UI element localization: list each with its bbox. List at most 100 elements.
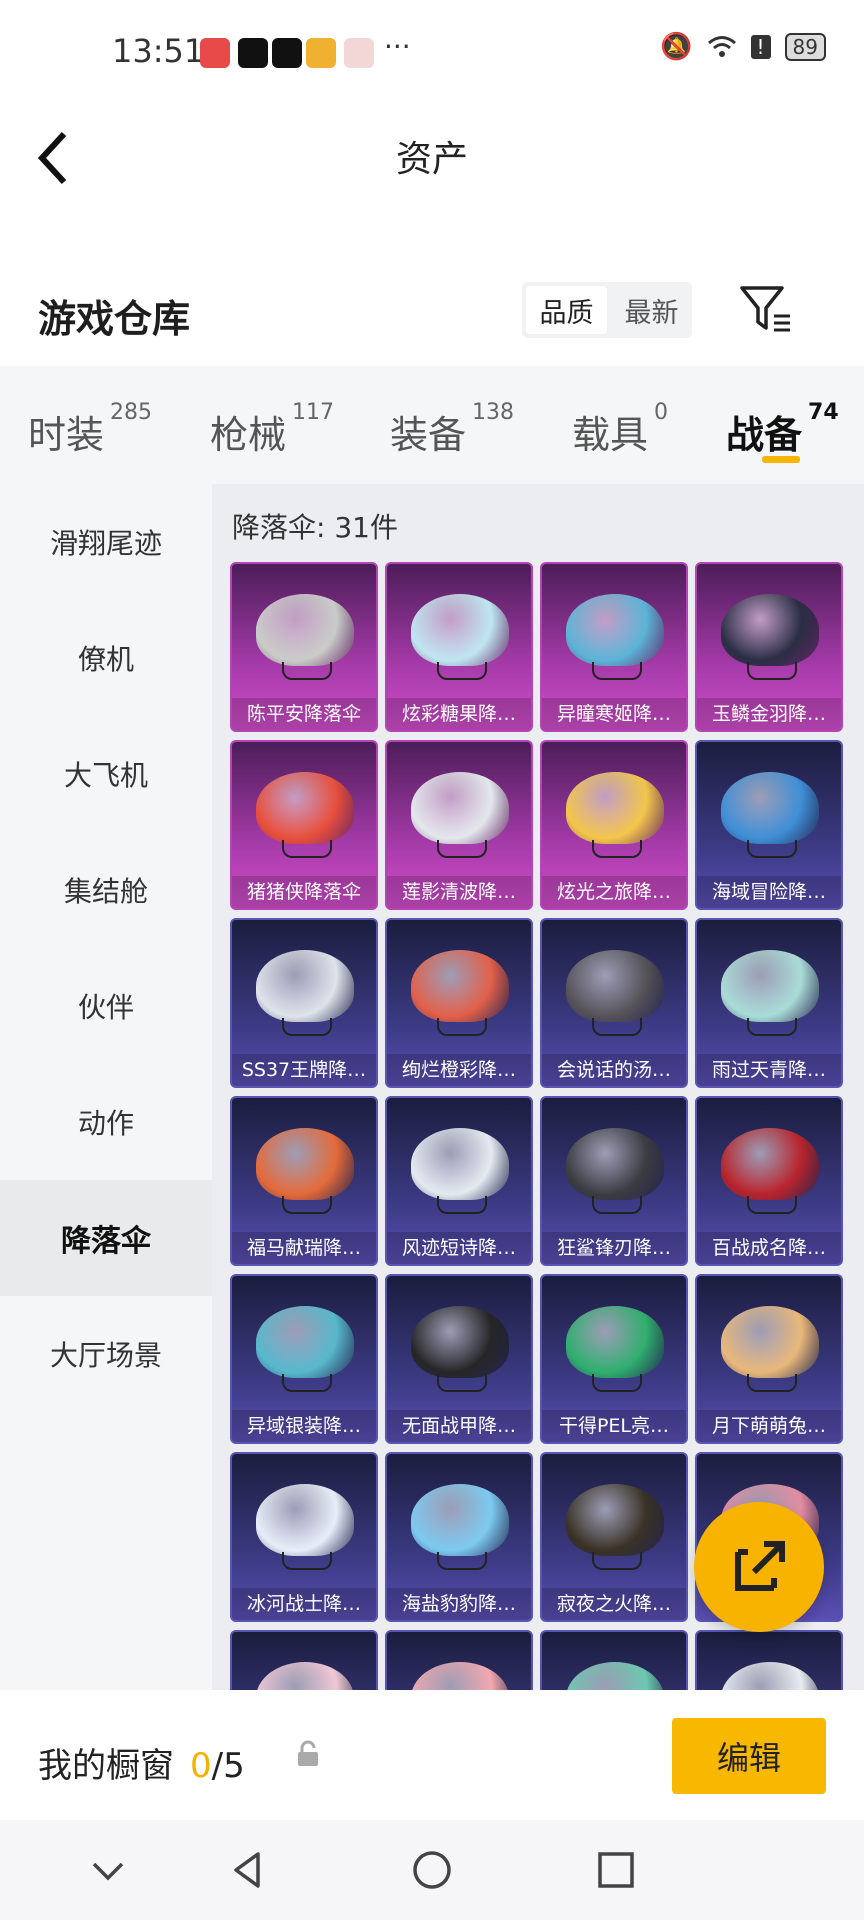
nav-item-assembly-pod[interactable]: 集结舱	[0, 832, 212, 948]
parachute-image	[256, 950, 354, 1022]
nav-item-companion[interactable]: 伙伴	[0, 948, 212, 1064]
parachute-card[interactable]: 玉鳞金羽降…	[695, 562, 843, 732]
parachute-card[interactable]	[385, 1630, 533, 1690]
tab-fashion[interactable]: 时装285	[28, 400, 152, 459]
parachute-lines	[282, 1552, 332, 1570]
nav-item-parachute[interactable]: 降落伞	[0, 1180, 212, 1296]
parachute-image	[721, 950, 819, 1022]
parachute-card[interactable]: 狂鲨锋刃降…	[540, 1096, 688, 1266]
parachute-card[interactable]: 猪猪侠降落伞	[230, 740, 378, 910]
tiktok-notification-icon	[272, 38, 302, 68]
parachute-image	[566, 1128, 664, 1200]
parachute-name: 寂夜之火降…	[542, 1588, 686, 1620]
tab-combat-gear[interactable]: 战备74	[726, 400, 839, 459]
collapse-icon[interactable]	[86, 1848, 130, 1892]
share-button[interactable]	[694, 1502, 824, 1632]
subcategory-nav: 滑翔尾迹 僚机 大飞机 集结舱 伙伴 动作 降落伞 大厅场景	[0, 484, 212, 1690]
nav-item-airplane[interactable]: 大飞机	[0, 716, 212, 832]
parachute-name: 狂鲨锋刃降…	[542, 1232, 686, 1264]
parachute-card[interactable]: 无面战甲降…	[385, 1274, 533, 1444]
parachute-lines	[282, 1196, 332, 1214]
parachute-name: 干得PEL亮…	[542, 1410, 686, 1442]
parachute-name: 猪猪侠降落伞	[232, 876, 376, 908]
page-title: 资产	[395, 139, 468, 180]
nav-item-emote[interactable]: 动作	[0, 1064, 212, 1180]
parachute-name: 福马献瑞降…	[232, 1232, 376, 1264]
parachute-card[interactable]: 会说话的汤…	[540, 918, 688, 1088]
category-tabs: 时装285 枪械117 装备138 载具0 战备74	[0, 366, 864, 484]
parachute-card[interactable]: 风迹短诗降…	[385, 1096, 533, 1266]
parachute-lines	[282, 1018, 332, 1036]
tiktok-notification-icon	[238, 38, 268, 68]
more-notifications-icon: ···	[384, 30, 411, 63]
parachute-card[interactable]: 莲影清波降…	[385, 740, 533, 910]
parachute-lines	[437, 1374, 487, 1392]
parachute-card[interactable]: 海域冒险降…	[695, 740, 843, 910]
tab-weapons[interactable]: 枪械117	[210, 400, 334, 459]
edit-button[interactable]: 编辑	[672, 1718, 826, 1794]
nav-item-lobby-scene[interactable]: 大厅场景	[0, 1296, 212, 1412]
showcase-total: /5	[211, 1746, 245, 1786]
parachute-name: 玉鳞金羽降…	[697, 698, 841, 730]
parachute-image	[566, 1662, 664, 1690]
nav-item-glide-trail[interactable]: 滑翔尾迹	[0, 484, 212, 600]
sort-quality-button[interactable]: 品质	[526, 286, 607, 334]
parachute-image	[721, 594, 819, 666]
app-notification-icon	[200, 38, 230, 68]
parachute-lines	[592, 1018, 642, 1036]
home-icon[interactable]	[410, 1848, 454, 1892]
parachute-card[interactable]: 异瞳寒姬降…	[540, 562, 688, 732]
parachute-image	[566, 594, 664, 666]
parachute-card[interactable]: 炫光之旅降…	[540, 740, 688, 910]
mute-icon: 🔕	[660, 32, 693, 62]
parachute-card[interactable]: 干得PEL亮…	[540, 1274, 688, 1444]
parachute-card[interactable]: 绚烂橙彩降…	[385, 918, 533, 1088]
parachute-image	[721, 1128, 819, 1200]
parachute-lines	[747, 1374, 797, 1392]
parachute-lines	[282, 1374, 332, 1392]
nav-item-wingman[interactable]: 僚机	[0, 600, 212, 716]
parachute-image	[566, 1306, 664, 1378]
parachute-card[interactable]: 陈平安降落伞	[230, 562, 378, 732]
alert-icon: !	[750, 35, 771, 59]
parachute-name: 莲影清波降…	[387, 876, 531, 908]
parachute-card[interactable]: 月下萌萌兔…	[695, 1274, 843, 1444]
parachute-image	[256, 1128, 354, 1200]
parachute-card[interactable]: SS37王牌降…	[230, 918, 378, 1088]
active-tab-indicator	[762, 456, 800, 463]
parachute-name: 海盐豹豹降…	[387, 1588, 531, 1620]
parachute-lines	[592, 662, 642, 680]
parachute-card[interactable]: 福马献瑞降…	[230, 1096, 378, 1266]
tab-equipment[interactable]: 装备138	[390, 400, 514, 459]
parachute-name: 风迹短诗降…	[387, 1232, 531, 1264]
back-icon[interactable]	[226, 1848, 270, 1892]
parachute-lines	[437, 840, 487, 858]
parachute-image	[411, 1484, 509, 1556]
parachute-image	[411, 594, 509, 666]
filter-icon[interactable]	[738, 284, 792, 334]
parachute-name: 绚烂橙彩降…	[387, 1054, 531, 1086]
parachute-card[interactable]: 冰河战士降…	[230, 1452, 378, 1622]
parachute-card[interactable]: 炫彩糖果降…	[385, 562, 533, 732]
parachute-card[interactable]: 海盐豹豹降…	[385, 1452, 533, 1622]
parachute-card[interactable]: 百战成名降…	[695, 1096, 843, 1266]
parachute-image	[566, 950, 664, 1022]
parachute-card[interactable]	[540, 1630, 688, 1690]
parachute-card[interactable]: 异域银装降…	[230, 1274, 378, 1444]
sort-newest-button[interactable]: 最新	[611, 282, 692, 338]
parachute-lines	[437, 1196, 487, 1214]
parachute-card[interactable]	[230, 1630, 378, 1690]
parachute-card[interactable]: 寂夜之火降…	[540, 1452, 688, 1622]
parachute-lines	[282, 662, 332, 680]
lock-icon	[298, 1740, 318, 1766]
parachute-card[interactable]: 雨过天青降…	[695, 918, 843, 1088]
parachute-card[interactable]	[695, 1630, 843, 1690]
parachute-image	[256, 1484, 354, 1556]
app-notification-icon	[306, 38, 336, 68]
parachute-name: 月下萌萌兔…	[697, 1410, 841, 1442]
parachute-name: 炫光之旅降…	[542, 876, 686, 908]
share-icon	[735, 1541, 785, 1591]
parachute-image	[566, 1484, 664, 1556]
tab-vehicles[interactable]: 载具0	[572, 400, 668, 459]
recents-icon[interactable]	[594, 1848, 638, 1892]
